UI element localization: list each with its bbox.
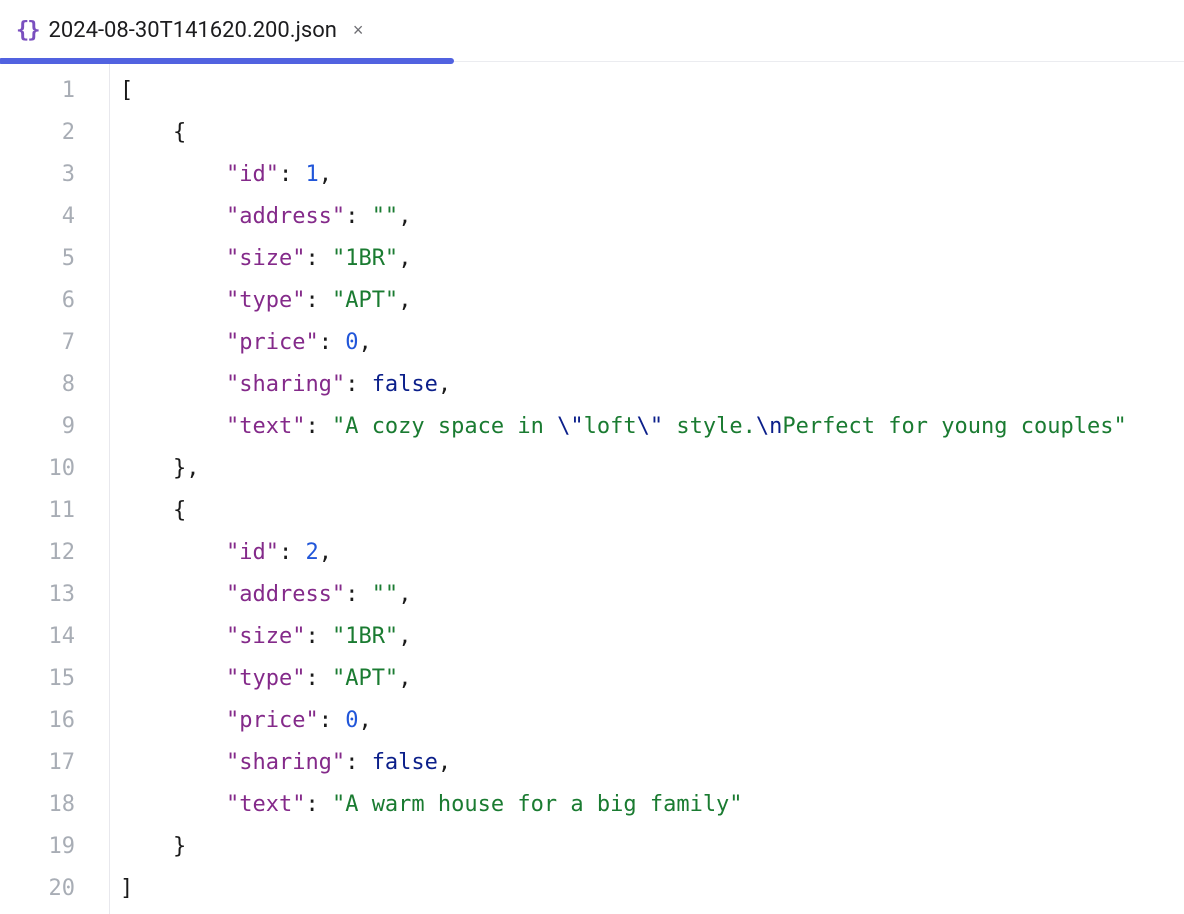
code-line[interactable]: "id": 2, bbox=[120, 532, 1184, 574]
line-number: 5 bbox=[0, 238, 75, 280]
line-number: 12 bbox=[0, 532, 75, 574]
line-number: 6 bbox=[0, 280, 75, 322]
code-line[interactable]: [ bbox=[120, 70, 1184, 112]
line-number: 1 bbox=[0, 70, 75, 112]
line-number-gutter: 1234567891011121314151617181920 bbox=[0, 62, 110, 914]
code-line[interactable]: "address": "", bbox=[120, 574, 1184, 616]
code-line[interactable]: "price": 0, bbox=[120, 322, 1184, 364]
code-line[interactable]: "text": "A cozy space in \"loft\" style.… bbox=[120, 406, 1184, 448]
code-line[interactable]: "sharing": false, bbox=[120, 742, 1184, 784]
line-number: 8 bbox=[0, 364, 75, 406]
code-line[interactable]: "id": 1, bbox=[120, 154, 1184, 196]
line-number: 4 bbox=[0, 196, 75, 238]
line-number: 9 bbox=[0, 406, 75, 448]
code-line[interactable]: ] bbox=[120, 868, 1184, 910]
line-number: 7 bbox=[0, 322, 75, 364]
active-tab-indicator bbox=[0, 58, 454, 64]
line-number: 19 bbox=[0, 826, 75, 868]
line-number: 14 bbox=[0, 616, 75, 658]
line-number: 18 bbox=[0, 784, 75, 826]
code-line[interactable]: "size": "1BR", bbox=[120, 238, 1184, 280]
code-line[interactable]: }, bbox=[120, 448, 1184, 490]
code-line[interactable]: } bbox=[120, 826, 1184, 868]
code-line[interactable]: { bbox=[120, 490, 1184, 532]
code-line[interactable]: "text": "A warm house for a big family" bbox=[120, 784, 1184, 826]
line-number: 16 bbox=[0, 700, 75, 742]
line-number: 13 bbox=[0, 574, 75, 616]
line-number: 10 bbox=[0, 448, 75, 490]
line-number: 17 bbox=[0, 742, 75, 784]
close-icon[interactable]: × bbox=[353, 20, 364, 41]
code-editor[interactable]: 1234567891011121314151617181920 [ { "id"… bbox=[0, 62, 1184, 914]
code-line[interactable]: "size": "1BR", bbox=[120, 616, 1184, 658]
code-line[interactable]: "type": "APT", bbox=[120, 280, 1184, 322]
code-line[interactable]: "price": 0, bbox=[120, 700, 1184, 742]
line-number: 20 bbox=[0, 868, 75, 910]
code-line[interactable]: "type": "APT", bbox=[120, 658, 1184, 700]
line-number: 15 bbox=[0, 658, 75, 700]
code-line[interactable]: { bbox=[120, 112, 1184, 154]
json-file-icon: {} bbox=[16, 18, 39, 43]
tab-bar: {} 2024-08-30T141620.200.json × bbox=[0, 0, 1184, 62]
tab-filename: 2024-08-30T141620.200.json bbox=[49, 18, 337, 43]
code-content[interactable]: [ { "id": 1, "address": "", "size": "1BR… bbox=[110, 62, 1184, 914]
code-line[interactable]: "address": "", bbox=[120, 196, 1184, 238]
line-number: 3 bbox=[0, 154, 75, 196]
line-number: 11 bbox=[0, 490, 75, 532]
editor-tab[interactable]: {} 2024-08-30T141620.200.json × bbox=[0, 0, 379, 62]
code-line[interactable]: "sharing": false, bbox=[120, 364, 1184, 406]
line-number: 2 bbox=[0, 112, 75, 154]
